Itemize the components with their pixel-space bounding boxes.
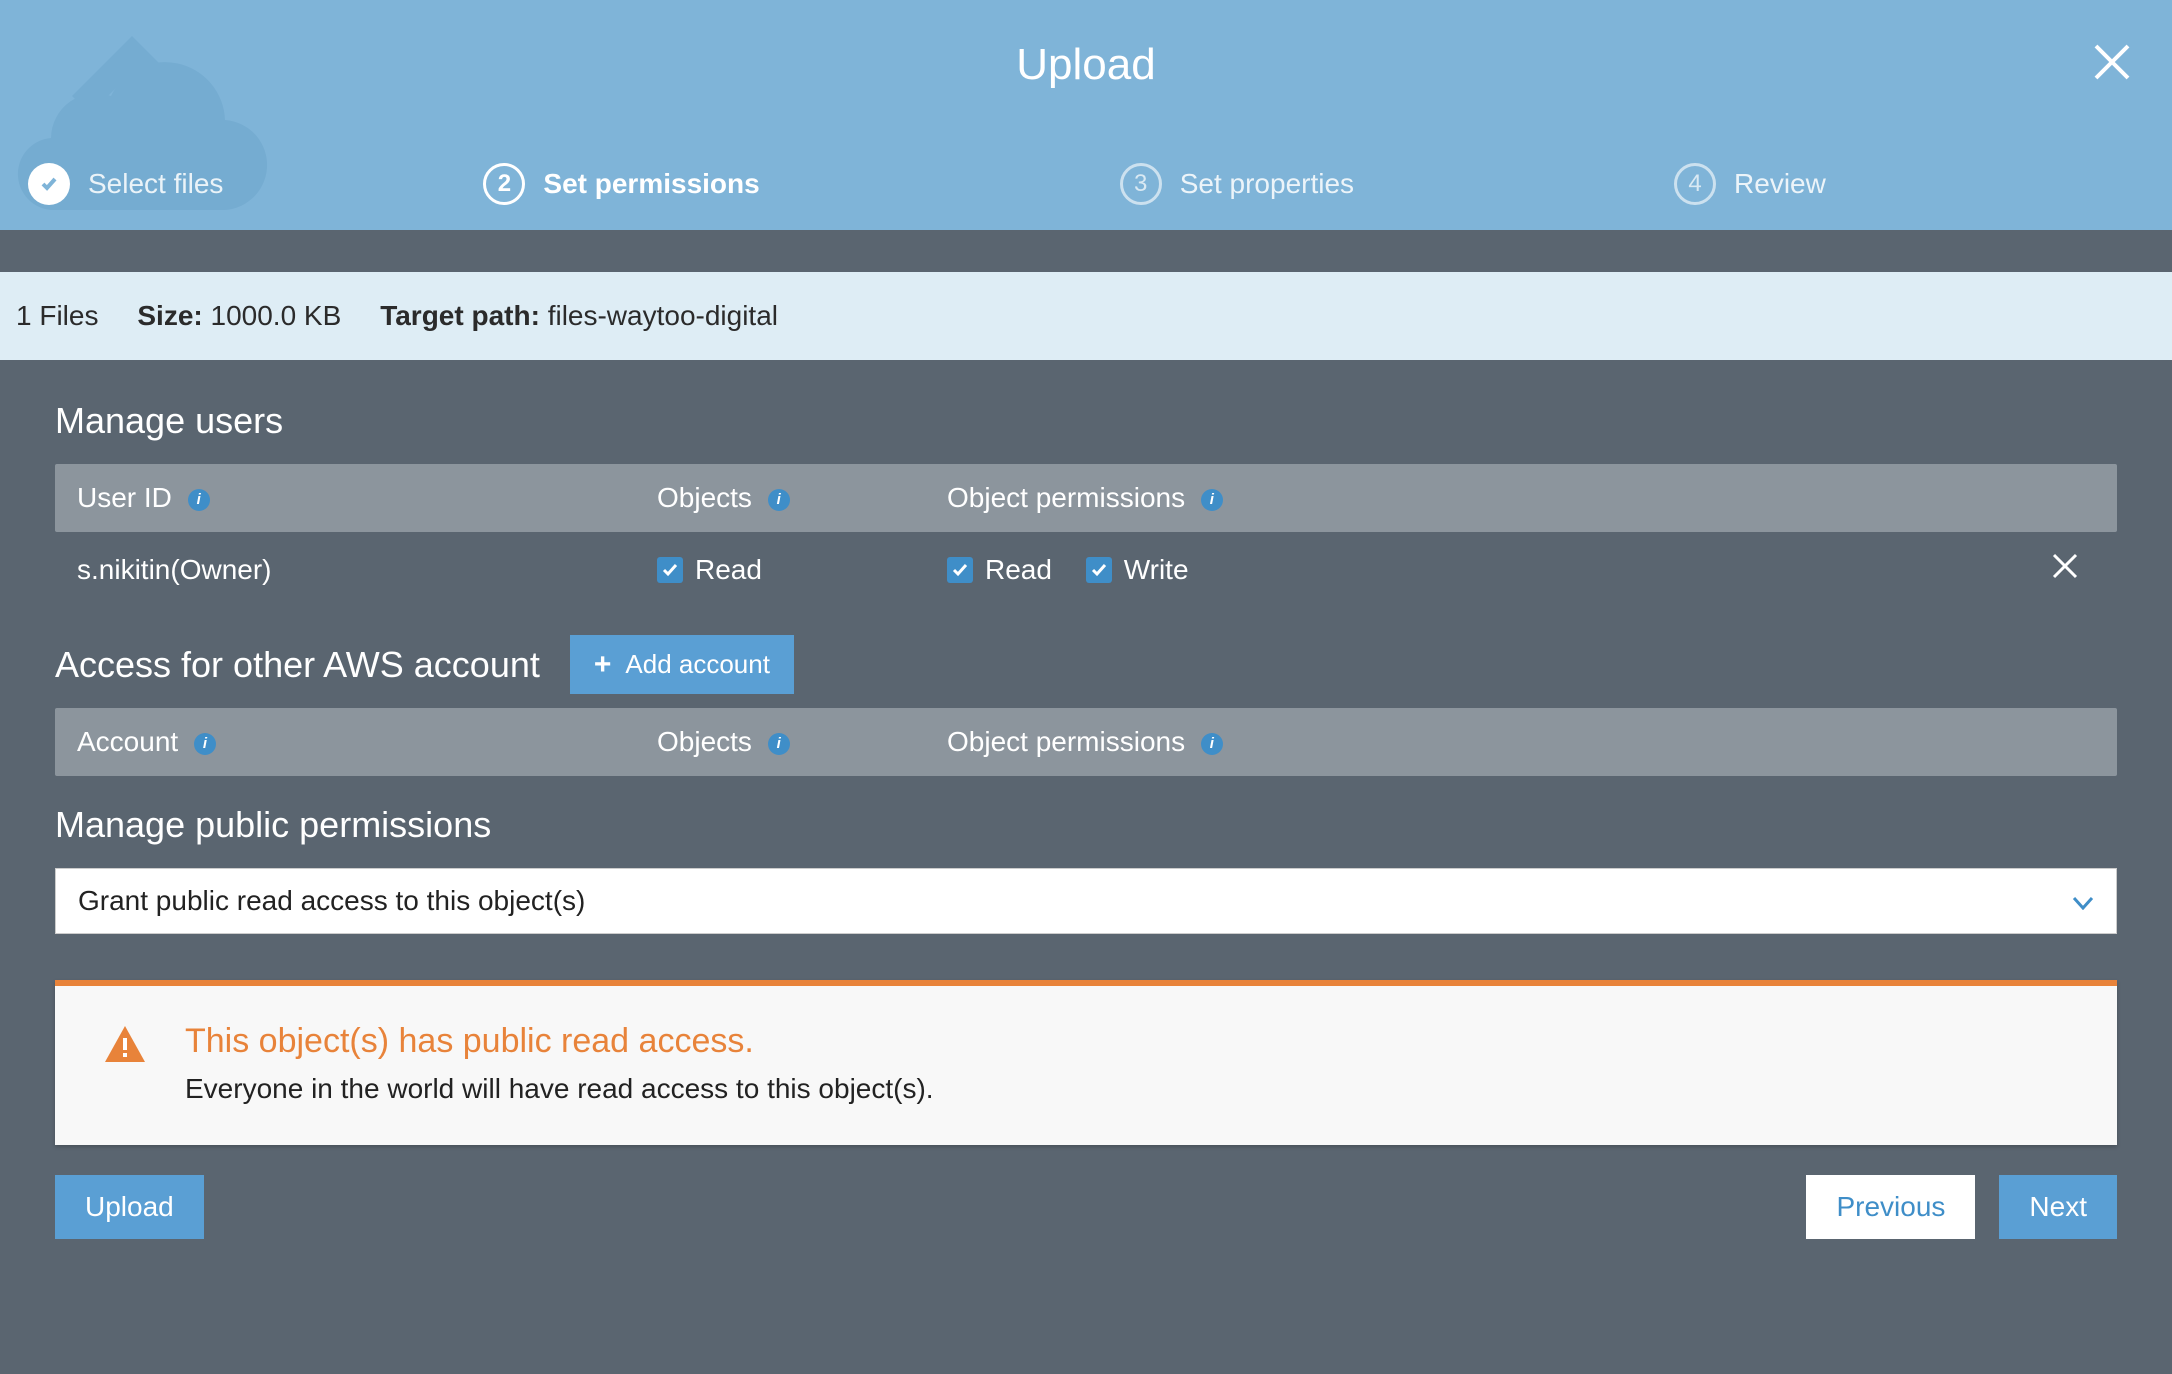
step-label: Set permissions [543, 168, 759, 200]
dialog-title: Upload [0, 0, 2172, 90]
public-access-warning: This object(s) has public read access. E… [55, 980, 2117, 1145]
step-label: Review [1734, 168, 1826, 200]
step-set-properties[interactable]: 3 Set properties [1120, 163, 1354, 205]
check-icon [951, 561, 969, 579]
add-account-label: Add account [625, 649, 770, 680]
step-set-permissions[interactable]: 2 Set permissions [483, 163, 759, 205]
files-count: 1 Files [16, 300, 98, 331]
wizard-steps: Select files 2 Set permissions 3 Set pro… [0, 163, 2172, 205]
target-path-label: Target path: [380, 300, 540, 331]
info-icon[interactable]: i [1201, 489, 1223, 511]
objects-read-checkbox[interactable]: Read [657, 554, 762, 586]
checkbox-label: Read [695, 554, 762, 586]
check-icon [661, 561, 679, 579]
divider [0, 230, 2172, 272]
info-icon[interactable]: i [188, 489, 210, 511]
upload-summary-bar: 1 Files Size: 1000.0 KB Target path: fil… [0, 272, 2172, 360]
step-label: Select files [88, 168, 223, 200]
warning-body: Everyone in the world will have read acc… [185, 1073, 934, 1105]
warning-title: This object(s) has public read access. [185, 1022, 934, 1061]
remove-user-button[interactable] [2051, 552, 2079, 587]
dialog-footer: Upload Previous Next [0, 1145, 2172, 1269]
permission-write-checkbox[interactable]: Write [1086, 554, 1189, 586]
close-button[interactable] [2092, 42, 2132, 87]
col-user-id: User ID [77, 482, 172, 513]
dialog-header: Upload Select files 2 Set permissions 3 … [0, 0, 2172, 230]
step-done-icon [28, 163, 70, 205]
size-value: 1000.0 KB [211, 300, 342, 331]
add-account-button[interactable]: + Add account [570, 635, 794, 694]
next-button[interactable]: Next [1999, 1175, 2117, 1239]
chevron-down-icon [2072, 885, 2094, 917]
check-icon [1090, 561, 1108, 579]
check-icon [36, 171, 62, 197]
public-permissions-title: Manage public permissions [55, 804, 2117, 846]
step-review[interactable]: 4 Review [1674, 163, 1826, 205]
info-icon[interactable]: i [768, 733, 790, 755]
step-number: 3 [1120, 163, 1162, 205]
col-object-permissions: Object permissions [947, 482, 1185, 513]
user-row: s.nikitin(Owner) Read Read [55, 532, 2117, 607]
close-icon [2051, 552, 2079, 580]
warning-icon [105, 1026, 145, 1067]
col-objects: Objects [657, 726, 752, 757]
checkbox-label: Write [1124, 554, 1189, 586]
other-accounts-table-header: Account i Objects i Object permissions i [55, 708, 2117, 776]
checkbox-label: Read [985, 554, 1052, 586]
step-label: Set properties [1180, 168, 1354, 200]
col-object-permissions: Object permissions [947, 726, 1185, 757]
previous-button[interactable]: Previous [1806, 1175, 1975, 1239]
col-objects: Objects [657, 482, 752, 513]
step-number: 2 [483, 163, 525, 205]
manage-users-table-header: User ID i Objects i Object permissions i [55, 464, 2117, 532]
select-value: Grant public read access to this object(… [78, 885, 585, 917]
user-id-cell: s.nikitin(Owner) [77, 554, 657, 586]
info-icon[interactable]: i [194, 733, 216, 755]
info-icon[interactable]: i [1201, 733, 1223, 755]
permissions-content: Manage users User ID i Objects i Object … [0, 360, 2172, 1145]
close-icon [2092, 42, 2132, 82]
step-number: 4 [1674, 163, 1716, 205]
permission-read-checkbox[interactable]: Read [947, 554, 1052, 586]
info-icon[interactable]: i [768, 489, 790, 511]
target-path-value: files-waytoo-digital [548, 300, 778, 331]
other-accounts-title: Access for other AWS account [55, 644, 540, 686]
public-permissions-select[interactable]: Grant public read access to this object(… [55, 868, 2117, 934]
step-select-files[interactable]: Select files [28, 163, 223, 205]
manage-users-title: Manage users [55, 400, 2117, 442]
upload-button[interactable]: Upload [55, 1175, 204, 1239]
size-label: Size: [137, 300, 202, 331]
plus-icon: + [594, 650, 612, 680]
col-account: Account [77, 726, 178, 757]
